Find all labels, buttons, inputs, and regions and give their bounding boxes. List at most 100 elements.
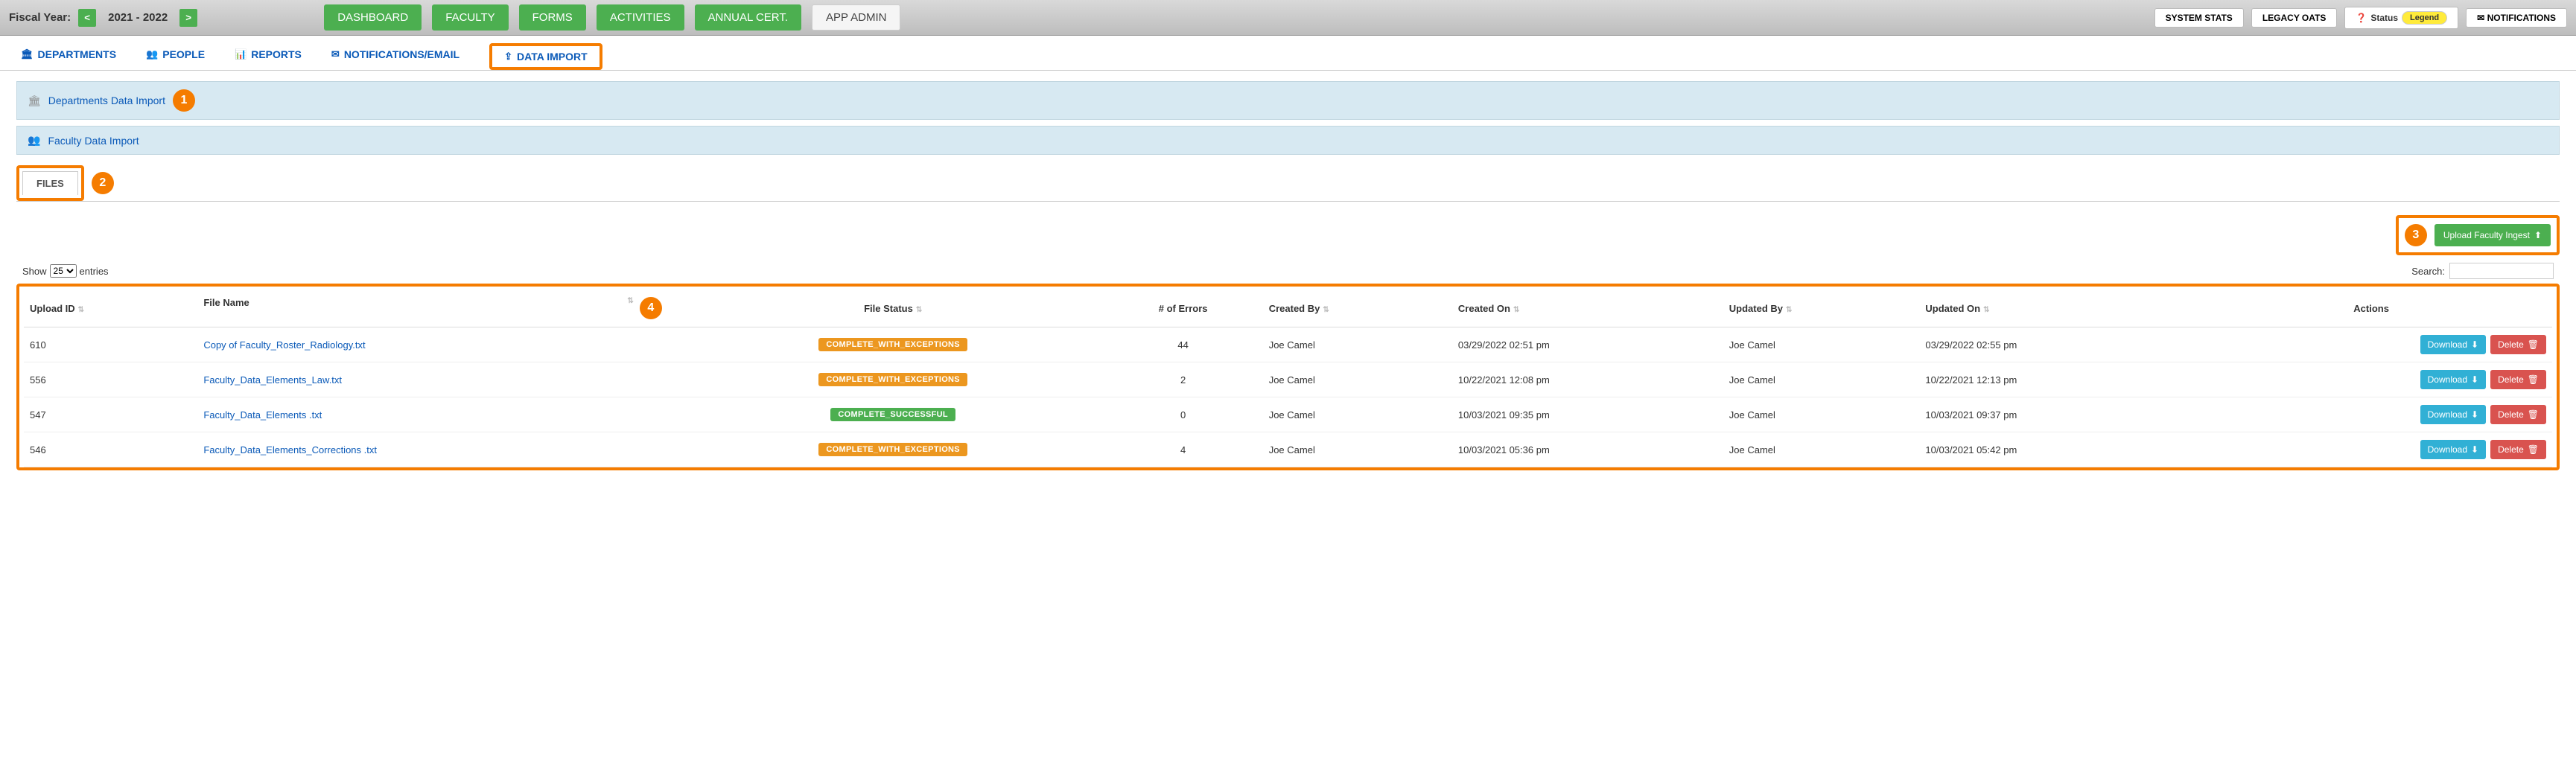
cell-updated-by: Joe Camel: [1723, 362, 1920, 397]
col-upload-id[interactable]: Upload ID⇅: [24, 290, 197, 327]
top-bar: Fiscal Year: < 2021 - 2022 > DASHBOARD F…: [0, 0, 2576, 36]
cell-created-on: 03/29/2022 02:51 pm: [1452, 327, 1723, 362]
tab-label: PEOPLE: [162, 48, 205, 60]
tab-notifications-email[interactable]: ✉ NOTIFICATIONS/EMAIL: [331, 46, 459, 70]
col-created-on[interactable]: Created On⇅: [1452, 290, 1723, 327]
nav-forms[interactable]: FORMS: [519, 4, 586, 31]
nav-dashboard[interactable]: DASHBOARD: [324, 4, 422, 31]
tab-departments[interactable]: 🏛 DEPARTMENTS: [21, 46, 116, 70]
tab-reports[interactable]: 📊 REPORTS: [235, 46, 302, 70]
cell-errors: 4: [1104, 432, 1263, 467]
help-icon: ❓: [2356, 13, 2367, 23]
file-link[interactable]: Faculty_Data_Elements .txt: [203, 409, 322, 421]
building-icon: 🏛: [28, 95, 41, 107]
status-badge: COMPLETE_WITH_EXCEPTIONS: [818, 443, 967, 456]
th-label: # of Errors: [1159, 303, 1208, 314]
trash-icon: 🗑: [2528, 409, 2539, 420]
people-icon: 👥: [28, 134, 40, 147]
download-button[interactable]: Download ⬇: [2420, 440, 2486, 459]
upload-button-label: Upload Faculty Ingest: [2443, 230, 2530, 240]
nav-activities[interactable]: ACTIVITIES: [597, 4, 684, 31]
status-badge: COMPLETE_SUCCESSFUL: [830, 408, 955, 421]
page-size-select[interactable]: 25: [50, 264, 77, 278]
col-updated-on[interactable]: Updated On⇅: [1919, 290, 2190, 327]
chart-icon: 📊: [235, 48, 247, 60]
sort-icon: ⇅: [1983, 306, 1989, 314]
cell-updated-on: 10/03/2021 09:37 pm: [1919, 397, 2190, 432]
tab-label: DATA IMPORT: [517, 51, 588, 63]
cell-errors: 44: [1104, 327, 1263, 362]
col-file-name[interactable]: File Name4⇅: [197, 290, 682, 327]
nav-app-admin[interactable]: APP ADMIN: [812, 4, 900, 31]
delete-button[interactable]: Delete 🗑: [2490, 335, 2546, 354]
download-icon: ⬇: [2471, 374, 2478, 385]
tab-label: NOTIFICATIONS/EMAIL: [344, 48, 459, 60]
cell-updated-on: 10/22/2021 12:13 pm: [1919, 362, 2190, 397]
download-button[interactable]: Download ⬇: [2420, 405, 2486, 424]
notifications-button[interactable]: ✉ NOTIFICATIONS: [2466, 8, 2567, 28]
files-tab-row: FILES 2: [16, 165, 2560, 202]
cell-created-by: Joe Camel: [1263, 362, 1452, 397]
upload-icon: ⬆: [2534, 230, 2542, 240]
faculty-data-import-row[interactable]: 👥 Faculty Data Import: [16, 126, 2560, 155]
status-badge: COMPLETE_WITH_EXCEPTIONS: [818, 373, 967, 386]
cell-updated-by: Joe Camel: [1723, 327, 1920, 362]
import-sections: 🏛 Departments Data Import 1 👥 Faculty Da…: [16, 81, 2560, 155]
table-row: 547 Faculty_Data_Elements .txt COMPLETE_SU…: [24, 397, 2552, 432]
cell-upload-id: 547: [24, 397, 197, 432]
search-box: Search:: [2411, 263, 2554, 279]
col-updated-by[interactable]: Updated By⇅: [1723, 290, 1920, 327]
th-label: File Status: [864, 303, 913, 314]
col-created-by[interactable]: Created By⇅: [1263, 290, 1452, 327]
download-button[interactable]: Download ⬇: [2420, 335, 2486, 354]
sort-icon: ⇅: [916, 306, 922, 314]
nav-annual-cert[interactable]: ANNUAL CERT.: [695, 4, 802, 31]
delete-button[interactable]: Delete 🗑: [2490, 405, 2546, 424]
system-stats-button[interactable]: SYSTEM STATS: [2154, 8, 2244, 28]
file-link[interactable]: Faculty_Data_Elements_Corrections .txt: [203, 444, 377, 455]
sort-icon: ⇅: [1786, 306, 1792, 314]
download-button[interactable]: Download ⬇: [2420, 370, 2486, 389]
delete-button[interactable]: Delete 🗑: [2490, 370, 2546, 389]
file-link[interactable]: Copy of Faculty_Roster_Radiology.txt: [203, 339, 365, 351]
import-row-label: Departments Data Import: [48, 95, 165, 106]
tab-data-import-highlight: ⇪ DATA IMPORT: [489, 43, 602, 70]
download-icon: ⬇: [2471, 339, 2478, 350]
search-input[interactable]: [2449, 263, 2554, 279]
files-tab-highlight: FILES: [16, 165, 84, 201]
tab-data-import[interactable]: ⇪ DATA IMPORT: [504, 51, 588, 63]
callout-marker-1: 1: [173, 89, 195, 112]
delete-button[interactable]: Delete 🗑: [2490, 440, 2546, 459]
table-row: 556 Faculty_Data_Elements_Law.txt COMPLETE…: [24, 362, 2552, 397]
tab-label: DEPARTMENTS: [38, 48, 117, 60]
primary-nav: DASHBOARD FACULTY FORMS ACTIVITIES ANNUA…: [324, 4, 900, 31]
legacy-oats-button[interactable]: LEGACY OATS: [2251, 8, 2338, 28]
upload-faculty-ingest-button[interactable]: Upload Faculty Ingest ⬆: [2435, 224, 2551, 246]
th-label: Actions: [2353, 303, 2389, 314]
status-label: Status: [2370, 13, 2398, 23]
download-icon: ⬇: [2471, 444, 2478, 455]
trash-icon: 🗑: [2528, 339, 2539, 350]
nav-faculty[interactable]: FACULTY: [432, 4, 508, 31]
status-legend-button[interactable]: ❓ Status Legend: [2344, 7, 2458, 29]
fiscal-year-next-button[interactable]: >: [179, 9, 197, 27]
departments-data-import-row[interactable]: 🏛 Departments Data Import 1: [16, 81, 2560, 120]
file-link[interactable]: Faculty_Data_Elements_Law.txt: [203, 374, 342, 386]
mail-icon: ✉: [2477, 13, 2484, 23]
notifications-label: NOTIFICATIONS: [2487, 13, 2556, 23]
fiscal-year-prev-button[interactable]: <: [78, 9, 96, 27]
table-controls: Show 25 entries Search:: [22, 263, 2554, 279]
cell-upload-id: 610: [24, 327, 197, 362]
show-label: Show: [22, 266, 47, 277]
trash-icon: 🗑: [2528, 374, 2539, 385]
search-label: Search:: [2411, 266, 2445, 277]
files-tab[interactable]: FILES: [22, 171, 78, 195]
table-row: 610Copy of Faculty_Roster_Radiology.txtC…: [24, 327, 2552, 362]
cell-upload-id: 556: [24, 362, 197, 397]
col-file-status[interactable]: File Status⇅: [683, 290, 1104, 327]
entries-label: entries: [80, 266, 109, 277]
col-actions: Actions: [2190, 290, 2552, 327]
col-errors[interactable]: # of Errors: [1104, 290, 1263, 327]
cell-updated-on: 10/03/2021 05:42 pm: [1919, 432, 2190, 467]
tab-people[interactable]: 👥 PEOPLE: [146, 46, 205, 70]
